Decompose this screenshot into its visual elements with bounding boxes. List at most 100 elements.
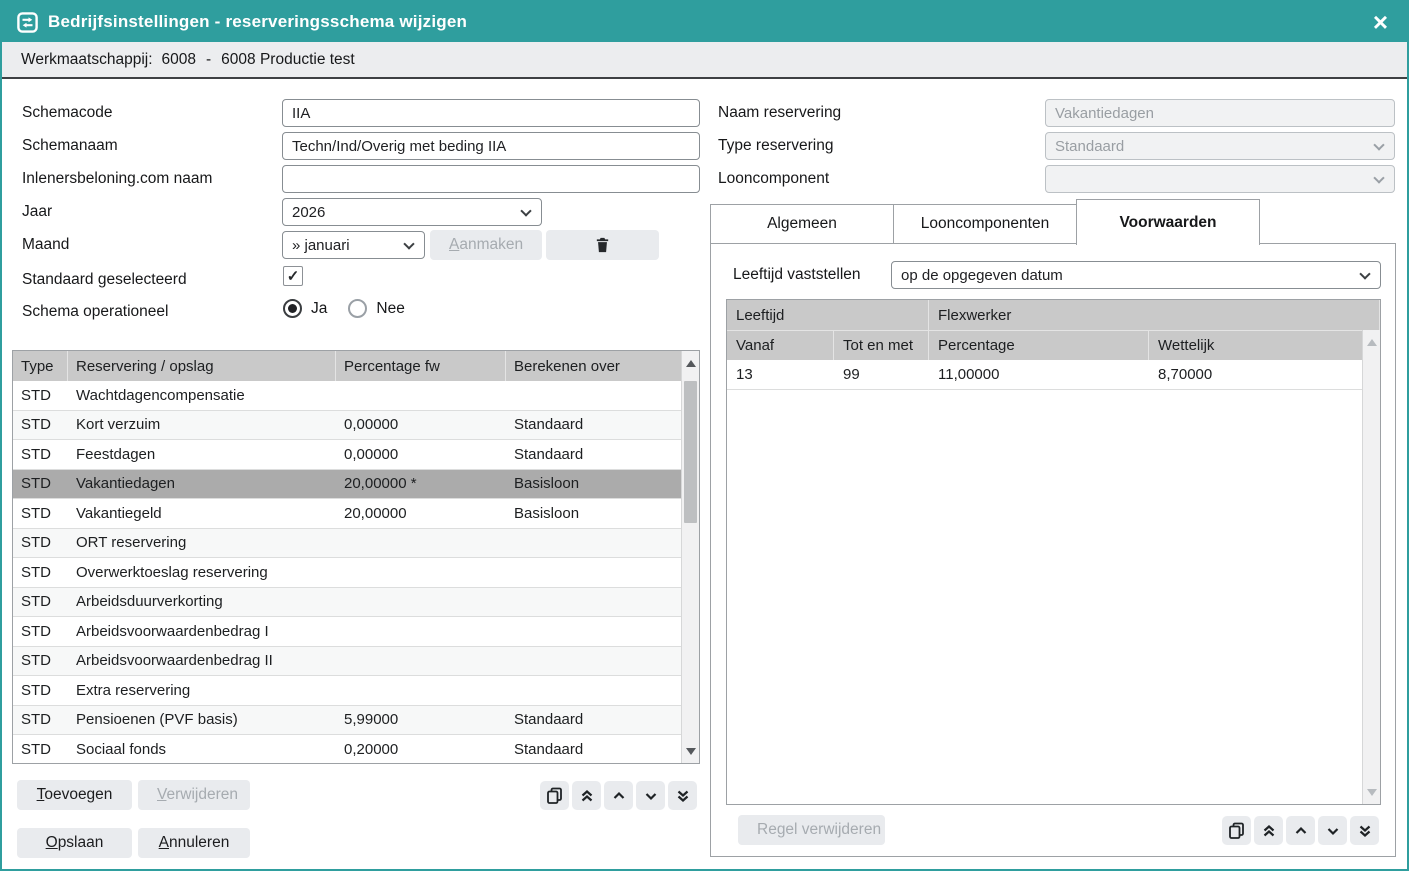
- table-row[interactable]: STDSociaal fonds0,20000Standaard: [13, 735, 683, 764]
- move-up-button[interactable]: [604, 781, 633, 810]
- table-cell: STD: [13, 470, 68, 499]
- reservations-table-body: STDWachtdagencompensatieSTDKort verzuim0…: [13, 381, 683, 764]
- copy-icon: [1228, 822, 1245, 839]
- standaard-geselecteerd-label: Standaard geselecteerd: [22, 266, 187, 294]
- table-row[interactable]: STDORT reservering: [13, 529, 683, 559]
- leeftijd-table-body: 139911,000008,70000: [727, 360, 1380, 390]
- table-cell: Arbeidsduurverkorting: [68, 588, 336, 617]
- jaar-select[interactable]: 2026: [282, 198, 542, 226]
- scroll-down-icon[interactable]: [1363, 782, 1380, 802]
- move-bottom-icon: [675, 788, 691, 804]
- leeftijd-vaststellen-select[interactable]: op de opgegeven datum: [891, 261, 1381, 289]
- table-cell: [336, 588, 506, 617]
- table-row[interactable]: STDKort verzuim0,00000Standaard: [13, 411, 683, 441]
- table-cell: STD: [13, 706, 68, 735]
- radio-nee[interactable]: [348, 299, 367, 318]
- table-row[interactable]: STDArbeidsvoorwaardenbedrag II: [13, 647, 683, 677]
- table-cell: Standaard: [506, 411, 683, 440]
- trash-icon: [594, 236, 611, 254]
- table-cell: [506, 529, 683, 558]
- table-row[interactable]: STDVakantiedagen20,00000 *Basisloon: [13, 470, 683, 500]
- table-row[interactable]: STDArbeidsduurverkorting: [13, 588, 683, 618]
- annuleren-button[interactable]: Annuleren: [138, 828, 250, 858]
- radio-ja-label: Ja: [311, 300, 327, 318]
- table-row[interactable]: 139911,000008,70000: [727, 360, 1364, 390]
- copy-button[interactable]: [1222, 816, 1251, 845]
- copy-button[interactable]: [540, 781, 569, 810]
- table-cell: Vakantiedagen: [68, 470, 336, 499]
- werkmaatschappij-code: 6008: [162, 51, 196, 69]
- scroll-up-icon[interactable]: [682, 353, 699, 373]
- verwijderen-button[interactable]: Verwijderen: [138, 780, 250, 810]
- scroll-down-icon[interactable]: [682, 741, 699, 761]
- regel-verwijderen-button[interactable]: Regel verwijderen: [738, 815, 885, 845]
- table-cell: Arbeidsvoorwaardenbedrag I: [68, 617, 336, 646]
- col-type: Type: [13, 351, 68, 381]
- table-cell: 0,20000: [336, 735, 506, 764]
- standaard-geselecteerd-checkbox[interactable]: ✓: [283, 266, 303, 286]
- scrollbar-thumb[interactable]: [684, 381, 697, 523]
- naam-reservering-label: Naam reservering: [718, 99, 841, 127]
- table-row[interactable]: STDArbeidsvoorwaardenbedrag I: [13, 617, 683, 647]
- toevoegen-button[interactable]: Toevoegen: [17, 780, 132, 810]
- table-row[interactable]: STDPensioenen (PVF basis)5,99000Standaar…: [13, 706, 683, 736]
- move-bottom-button[interactable]: [668, 781, 697, 810]
- table-cell: Overwerktoeslag reservering: [68, 558, 336, 587]
- move-down-button[interactable]: [1318, 816, 1347, 845]
- table-cell: STD: [13, 499, 68, 528]
- schemacode-input[interactable]: [282, 99, 700, 127]
- table-cell: STD: [13, 381, 68, 410]
- looncomponent-label: Looncomponent: [718, 165, 829, 193]
- table-cell: [336, 529, 506, 558]
- table-cell: 5,99000: [336, 706, 506, 735]
- table-cell: Standaard: [506, 706, 683, 735]
- schemanaam-label: Schemanaam: [22, 132, 118, 160]
- schemanaam-input[interactable]: [282, 132, 700, 160]
- radio-ja[interactable]: [283, 299, 302, 318]
- move-bottom-button[interactable]: [1350, 816, 1379, 845]
- table-row[interactable]: STDVakantiegeld20,00000Basisloon: [13, 499, 683, 529]
- move-top-icon: [579, 788, 595, 804]
- dialog-title: Bedrijfsinstellingen - reserveringsschem…: [48, 12, 467, 32]
- jaar-label: Jaar: [22, 198, 52, 226]
- tab-voorwaarden[interactable]: Voorwaarden: [1076, 199, 1260, 245]
- table-row[interactable]: STDWachtdagencompensatie: [13, 381, 683, 411]
- table-cell: [506, 676, 683, 705]
- radio-nee-label: Nee: [376, 300, 404, 318]
- move-down-button[interactable]: [636, 781, 665, 810]
- move-top-button[interactable]: [1254, 816, 1283, 845]
- table-cell: Basisloon: [506, 499, 683, 528]
- table-row[interactable]: STDFeestdagen0,00000Standaard: [13, 440, 683, 470]
- inlenersbeloning-input[interactable]: [282, 165, 700, 193]
- tab-looncomponenten[interactable]: Looncomponenten: [893, 204, 1077, 244]
- table-cell: 11,00000: [929, 360, 1149, 389]
- naam-reservering-input: [1045, 99, 1395, 127]
- table-cell: STD: [13, 588, 68, 617]
- table-row[interactable]: STDExtra reservering: [13, 676, 683, 706]
- leeftijd-table-scrollbar[interactable]: [1362, 330, 1380, 804]
- opslaan-button[interactable]: Opslaan: [17, 828, 132, 858]
- table-cell: Vakantiegeld: [68, 499, 336, 528]
- reservations-table-scrollbar[interactable]: [681, 351, 699, 763]
- table-cell: 20,00000 *: [336, 470, 506, 499]
- schemacode-label: Schemacode: [22, 99, 112, 127]
- maand-select[interactable]: » januari: [282, 231, 425, 259]
- row-move-toolbar-right: [1222, 816, 1379, 845]
- table-cell: STD: [13, 735, 68, 764]
- table-cell: [506, 588, 683, 617]
- col-tot-en-met: Tot en met: [834, 331, 929, 360]
- chevron-down-icon: [1359, 268, 1370, 279]
- close-icon[interactable]: ×: [1369, 9, 1392, 35]
- scroll-up-icon[interactable]: [1363, 332, 1380, 352]
- move-top-button[interactable]: [572, 781, 601, 810]
- move-bottom-icon: [1357, 823, 1373, 839]
- leeftijd-vaststellen-label: Leeftijd vaststellen: [733, 261, 861, 289]
- delete-month-button[interactable]: [546, 230, 659, 260]
- table-row[interactable]: STDOverwerktoeslag reservering: [13, 558, 683, 588]
- tab-algemeen[interactable]: Algemeen: [710, 204, 894, 244]
- table-cell: Feestdagen: [68, 440, 336, 469]
- move-up-button[interactable]: [1286, 816, 1315, 845]
- move-up-icon: [1293, 823, 1309, 839]
- werkmaatschappij-name: 6008 Productie test: [221, 51, 355, 69]
- aanmaken-button[interactable]: Aanmaken: [430, 230, 542, 260]
